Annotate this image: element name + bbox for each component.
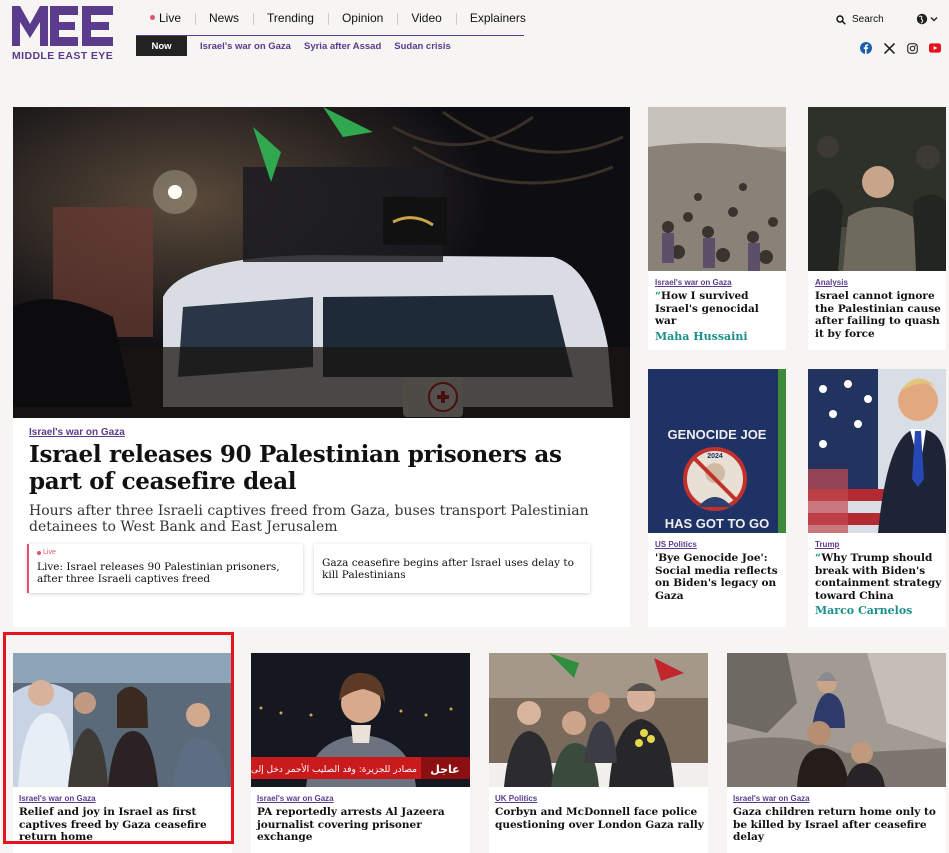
card-text: UK Politics Corbyn and McDonnell face po…: [495, 794, 705, 831]
search-label: Search: [852, 14, 884, 25]
card-title[interactable]: “Why Trump should break with Biden's con…: [815, 552, 943, 602]
related-title: Gaza ceasefire begins after Israel uses …: [322, 556, 574, 581]
card-text: Israel's war on Gaza Relief and joy in I…: [19, 794, 229, 844]
live-badge-label: Live: [43, 549, 56, 556]
card-image[interactable]: GENOCIDE JOE 2024 HAS GOT TO GO: [648, 369, 786, 533]
site-header: MIDDLE EAST EYE Live News Trending Opini…: [0, 0, 949, 86]
social-links: [860, 42, 941, 54]
live-dot-icon: [150, 15, 155, 20]
shirt-text-top: GENOCIDE JOE: [668, 427, 767, 442]
card-image[interactable]: [648, 107, 786, 271]
mee-logo-icon: [12, 6, 113, 46]
card-image[interactable]: عاجل مصادر للجزيرة: وفد الصليب الأحمر دخ…: [251, 653, 470, 787]
card-text: Analysis Israel cannot ignore the Palest…: [815, 278, 943, 340]
card-tag[interactable]: Israel's war on Gaza: [19, 794, 229, 803]
language-selector[interactable]: [916, 13, 938, 25]
main-nav: Live News Trending Opinion Video Explain…: [136, 0, 526, 36]
card-image[interactable]: [727, 653, 946, 787]
now-bar: Now Israel's war on Gaza Syria after Ass…: [136, 36, 451, 56]
journalist-broadcast-photo: عاجل مصادر للجزيرة: وفد الصليب الأحمر دخ…: [251, 653, 470, 787]
nav-opinion[interactable]: Opinion: [327, 0, 397, 36]
side-card[interactable]: GENOCIDE JOE 2024 HAS GOT TO GO US Polit…: [648, 369, 786, 627]
nav-video[interactable]: Video: [397, 0, 455, 36]
bottom-card[interactable]: Israel's war on Gaza Relief and joy in I…: [13, 653, 232, 853]
celebration-crowd-photo: [13, 653, 232, 787]
protest-rally-photo: [489, 653, 708, 787]
hero-title[interactable]: Israel releases 90 Palestinian prisoners…: [29, 441, 609, 495]
shirt-text-bottom: HAS GOT TO GO: [665, 516, 770, 531]
nav-news[interactable]: News: [195, 0, 253, 36]
search-button[interactable]: Search: [836, 14, 884, 25]
gaza-ruins-photo: [727, 653, 946, 787]
card-author[interactable]: Marco Carnelos: [815, 604, 943, 617]
hero-tag[interactable]: Israel's war on Gaza: [29, 427, 125, 438]
site-logo[interactable]: MIDDLE EAST EYE: [12, 6, 116, 64]
card-title[interactable]: PA reportedly arrests Al Jazeera journal…: [257, 806, 467, 844]
side-card[interactable]: Trump “Why Trump should break with Biden…: [808, 369, 946, 627]
card-title-text: How I survived Israel's genocidal war: [655, 290, 759, 327]
card-title[interactable]: “How I survived Israel's genocidal war: [655, 290, 783, 328]
nav-trending[interactable]: Trending: [253, 0, 328, 36]
card-image[interactable]: [13, 653, 232, 787]
chevron-down-icon: [930, 17, 938, 22]
card-tag[interactable]: Trump: [815, 540, 943, 549]
card-text: Israel's war on Gaza Gaza children retur…: [733, 794, 943, 844]
nav-explainers[interactable]: Explainers: [455, 0, 540, 36]
crowd-walking-photo: [648, 107, 786, 271]
nav-live[interactable]: Live: [136, 0, 195, 36]
card-title[interactable]: Relief and joy in Israel as first captiv…: [19, 806, 229, 844]
genocide-joe-shirt-photo: GENOCIDE JOE 2024 HAS GOT TO GO: [648, 369, 786, 533]
breaking-badge-text: عاجل: [430, 763, 459, 776]
card-text: Israel's war on Gaza PA reportedly arres…: [257, 794, 467, 844]
card-text: US Politics 'Bye Genocide Joe': Social m…: [655, 540, 783, 602]
now-link-syria[interactable]: Syria after Assad: [304, 41, 381, 52]
side-card[interactable]: Israel's war on Gaza “How I survived Isr…: [648, 107, 786, 350]
x-icon[interactable]: [883, 42, 895, 54]
card-tag[interactable]: UK Politics: [495, 794, 705, 803]
bottom-card[interactable]: UK Politics Corbyn and McDonnell face po…: [489, 653, 708, 853]
globe-icon: [916, 13, 928, 25]
card-title[interactable]: Israel cannot ignore the Palestinian cau…: [815, 290, 943, 340]
facebook-icon[interactable]: [860, 42, 872, 54]
related-title: Live: Israel releases 90 Palestinian pri…: [37, 561, 280, 585]
search-icon: [836, 14, 846, 25]
hero-article[interactable]: Israel's war on Gaza Israel releases 90 …: [13, 107, 630, 627]
live-badge: Live: [37, 547, 295, 559]
instagram-icon[interactable]: [906, 42, 918, 54]
shirt-badge-text: 2024: [707, 453, 723, 460]
trump-flag-photo: [808, 369, 946, 533]
hero-photo: [13, 107, 630, 418]
card-tag[interactable]: Israel's war on Gaza: [733, 794, 943, 803]
card-title[interactable]: Corbyn and McDonnell face police questio…: [495, 806, 705, 831]
logo-wordmark: MIDDLE EAST EYE: [12, 50, 114, 62]
youtube-icon[interactable]: [929, 42, 941, 54]
nav-live-label: Live: [159, 10, 182, 25]
card-title-text: Why Trump should break with Biden's cont…: [815, 552, 942, 602]
hero-image[interactable]: [13, 107, 630, 418]
card-image[interactable]: [808, 107, 946, 271]
card-author[interactable]: Maha Hussaini: [655, 330, 783, 343]
now-label: Now: [136, 36, 187, 56]
card-image[interactable]: [489, 653, 708, 787]
crowd-photo: [808, 107, 946, 271]
live-dot-icon: [37, 551, 41, 555]
card-tag[interactable]: Israel's war on Gaza: [257, 794, 467, 803]
card-tag[interactable]: Israel's war on Gaza: [655, 278, 783, 287]
hero-subtitle: Hours after three Israeli captives freed…: [29, 503, 589, 535]
card-title[interactable]: Gaza children return home only to be kil…: [733, 806, 943, 844]
related-live-link[interactable]: Live Live: Israel releases 90 Palestinia…: [27, 544, 303, 593]
bottom-card[interactable]: عاجل مصادر للجزيرة: وفد الصليب الأحمر دخ…: [251, 653, 470, 853]
bottom-card[interactable]: Israel's war on Gaza Gaza children retur…: [727, 653, 946, 853]
related-link[interactable]: Gaza ceasefire begins after Israel uses …: [314, 544, 590, 593]
card-tag[interactable]: US Politics: [655, 540, 783, 549]
card-text: Israel's war on Gaza “How I survived Isr…: [655, 278, 783, 343]
card-title[interactable]: 'Bye Genocide Joe': Social media reflect…: [655, 552, 783, 602]
card-text: Trump “Why Trump should break with Biden…: [815, 540, 943, 617]
ticker-text: مصادر للجزيرة: وفد الصليب الأحمر دخل إلى: [251, 763, 417, 775]
side-card[interactable]: Analysis Israel cannot ignore the Palest…: [808, 107, 946, 350]
card-image[interactable]: [808, 369, 946, 533]
now-link-sudan[interactable]: Sudan crisis: [394, 41, 451, 52]
card-tag[interactable]: Analysis: [815, 278, 943, 287]
now-link-gaza[interactable]: Israel's war on Gaza: [200, 41, 291, 52]
